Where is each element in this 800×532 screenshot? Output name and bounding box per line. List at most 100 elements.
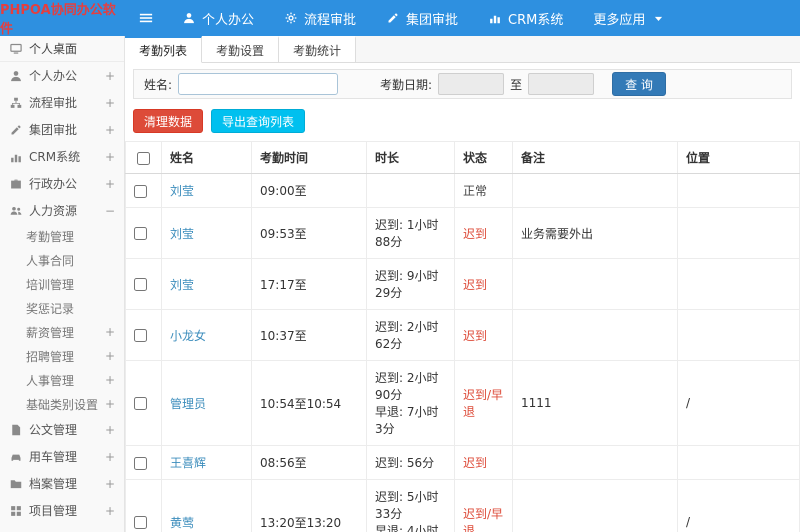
file-icon: [9, 423, 22, 436]
table-header-row: 姓名 考勤时间 时长 状态 备注 位置: [125, 141, 800, 174]
to-label: 至: [510, 77, 523, 92]
caret-down-icon: [651, 11, 665, 25]
status-cell: 迟到: [454, 309, 513, 361]
sidebar-item-personal-desktop[interactable]: 个人桌面: [0, 36, 124, 62]
sidebar-item-human-resources[interactable]: 人力资源 −: [0, 197, 124, 224]
expand-toggle-icon[interactable]: +: [105, 451, 115, 463]
name-input[interactable]: [178, 73, 339, 95]
sidebar-item-group-approval[interactable]: 集团审批 +: [0, 116, 124, 143]
name-label: 姓名:: [144, 77, 173, 92]
app-logo: PHPOA协同办公软件: [0, 3, 116, 37]
row-checkbox[interactable]: [134, 227, 147, 240]
table-row: 刘莹 09:00至 正常: [125, 173, 800, 208]
nav-item-process-approval[interactable]: 流程审批: [269, 0, 371, 36]
sidebar-item-crm-system[interactable]: CRM系统 +: [0, 143, 124, 170]
nav-item-more-apps[interactable]: 更多应用: [578, 0, 680, 36]
row-checkbox[interactable]: [134, 278, 147, 291]
sidebar-item-salary-management[interactable]: 薪资管理 +: [0, 320, 124, 344]
flow-icon: [9, 96, 22, 109]
row-checkbox[interactable]: [134, 329, 147, 342]
sidebar-item-label: 行政办公: [29, 177, 78, 191]
expand-toggle-icon[interactable]: −: [105, 205, 115, 217]
sidebar-item-attendance-management[interactable]: 考勤管理: [0, 224, 124, 248]
employee-name-link[interactable]: 刘莹: [170, 278, 194, 292]
navbar-menu: 个人办公 流程审批 集团审批 CRM系统 更多应用: [167, 0, 680, 36]
select-all-checkbox[interactable]: [137, 151, 150, 165]
sidebar-item-recruit-management[interactable]: 招聘管理 +: [0, 344, 124, 368]
tab-attendance-statistics[interactable]: 考勤统计: [279, 36, 357, 63]
expand-toggle-icon[interactable]: +: [105, 326, 115, 338]
column-header-4: 备注: [512, 141, 678, 174]
sidebar-item-label: 流程审批: [29, 96, 78, 110]
location-cell: [677, 258, 800, 310]
clean-data-button[interactable]: 清理数据: [133, 109, 204, 133]
users-icon: [9, 204, 22, 217]
nav-item-personal-office[interactable]: 个人办公: [167, 0, 269, 36]
nav-item-crm-system[interactable]: CRM系统: [473, 0, 578, 36]
action-buttons: 清理数据 导出查询列表: [133, 109, 792, 133]
sidebar-item-personnel-management[interactable]: 人事管理 +: [0, 368, 124, 392]
expand-toggle-icon[interactable]: +: [105, 374, 115, 386]
expand-toggle-icon[interactable]: +: [105, 97, 115, 109]
row-checkbox[interactable]: [134, 456, 147, 470]
employee-name-link[interactable]: 黄莺: [170, 516, 194, 530]
sidebar-item-label: 考勤管理: [26, 229, 75, 244]
table-row: 刘莹 09:53至 迟到: 1小时88分 迟到 业务需要外出: [125, 207, 800, 259]
date-start-input[interactable]: [438, 73, 505, 95]
expand-toggle-icon[interactable]: +: [105, 151, 115, 163]
top-navbar: PHPOA协同办公软件 个人办公 流程审批 集团审批 CRM系统 更多应用: [0, 0, 800, 37]
sidebar-item-project-management[interactable]: 项目管理 +: [0, 497, 124, 524]
sidebar-item-personnel-contract[interactable]: 人事合同: [0, 248, 124, 272]
row-checkbox[interactable]: [134, 397, 147, 410]
sidebar-item-personal-office[interactable]: 个人办公 +: [0, 62, 124, 89]
remark-cell: 业务需要外出: [512, 207, 678, 259]
sidebar-item-reward-records[interactable]: 奖惩记录: [0, 296, 124, 320]
location-cell: [677, 309, 800, 361]
employee-name-link[interactable]: 刘莹: [170, 184, 194, 198]
sidebar-item-label: 个人桌面: [29, 42, 78, 56]
duration-cell: 迟到: 2小时90分 早退: 7小时3分: [366, 360, 455, 446]
remark-cell: [512, 445, 678, 480]
sidebar-item-archive-management[interactable]: 档案管理 +: [0, 470, 124, 497]
row-checkbox[interactable]: [134, 184, 147, 198]
duration-cell: 迟到: 9小时29分: [366, 258, 455, 310]
expand-toggle-icon[interactable]: +: [105, 178, 115, 190]
status-cell: 迟到: [454, 445, 513, 480]
edit-icon: [386, 11, 400, 25]
expand-toggle-icon[interactable]: +: [105, 478, 115, 490]
nav-item-group-approval[interactable]: 集团审批: [371, 0, 473, 36]
sidebar: 个人桌面 个人办公 + 流程审批 + 集团审批 + CRM系统 + 行政办公 + 人力资源 − 考勤管理人…: [0, 36, 125, 532]
sidebar-item-training-management[interactable]: 培训管理: [0, 272, 124, 296]
table-row: 管理员 10:54至10:54 迟到: 2小时90分 早退: 7小时3分 迟到/早退 1…: [125, 360, 800, 446]
search-panel: 姓名: 考勤日期: 至 查 询: [133, 69, 792, 99]
employee-name-link[interactable]: 小龙女: [170, 329, 206, 343]
expand-toggle-icon[interactable]: +: [105, 398, 115, 410]
sidebar-item-label: 项目管理: [29, 504, 78, 518]
sidebar-item-basic-category-settings[interactable]: 基础类别设置 +: [0, 392, 124, 416]
sidebar-item-label: 集团审批: [29, 123, 78, 137]
expand-toggle-icon[interactable]: +: [105, 124, 115, 136]
expand-toggle-icon[interactable]: +: [105, 505, 115, 517]
date-end-input[interactable]: [528, 73, 595, 95]
table-row: 小龙女 10:37至 迟到: 2小时62分 迟到: [125, 309, 800, 361]
employee-name-link[interactable]: 刘莹: [170, 227, 194, 241]
tab-attendance-settings[interactable]: 考勤设置: [202, 36, 280, 63]
sidebar-item-process-approval[interactable]: 流程审批 +: [0, 89, 124, 116]
sidebar-item-admin-office[interactable]: 行政办公 +: [0, 170, 124, 197]
user-icon: [9, 69, 22, 82]
export-list-button[interactable]: 导出查询列表: [211, 109, 306, 133]
row-checkbox[interactable]: [134, 516, 147, 529]
sidebar-item-vehicle-management[interactable]: 用车管理 +: [0, 443, 124, 470]
sidebar-item-document-management[interactable]: 公文管理 +: [0, 416, 124, 443]
sidebar-toggle-button[interactable]: [125, 0, 167, 36]
tab-attendance-list[interactable]: 考勤列表: [125, 36, 203, 63]
expand-toggle-icon[interactable]: +: [105, 424, 115, 436]
car-icon: [9, 450, 22, 463]
expand-toggle-icon[interactable]: +: [105, 70, 115, 82]
expand-toggle-icon[interactable]: +: [105, 350, 115, 362]
sidebar-item-label: 用车管理: [29, 450, 78, 464]
location-cell: [677, 445, 800, 480]
query-button[interactable]: 查 询: [612, 72, 666, 96]
employee-name-link[interactable]: 王喜辉: [170, 456, 206, 470]
employee-name-link[interactable]: 管理员: [170, 397, 206, 411]
